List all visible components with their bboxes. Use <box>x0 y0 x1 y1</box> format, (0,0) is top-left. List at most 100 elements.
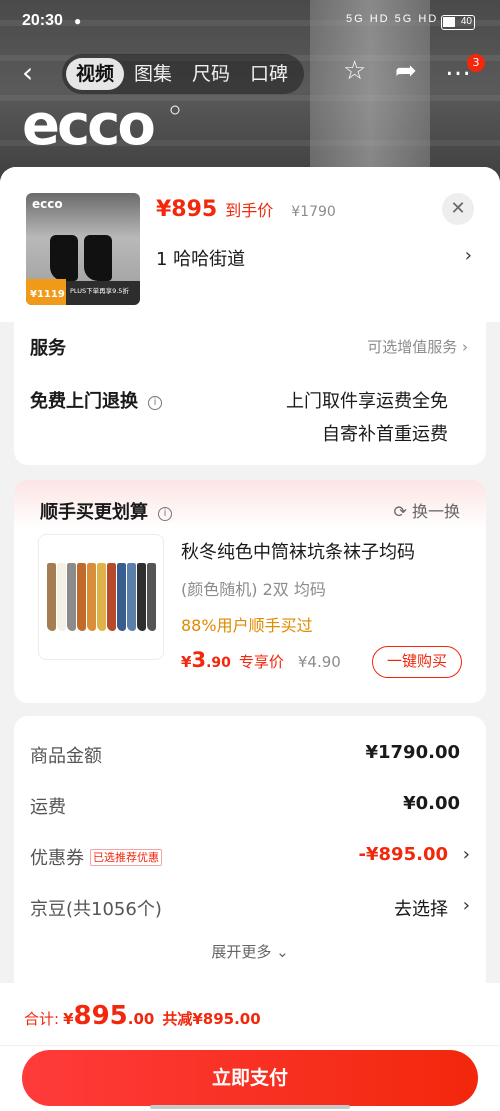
bundle-product-spec: (颜色随机) 2双 均码 <box>181 580 326 599</box>
close-button[interactable]: ✕ <box>442 193 474 225</box>
summary-row-shipping: 运费 ¥0.00 <box>30 793 470 823</box>
summary-row-jingdou[interactable]: 京豆(共1056个) 去选择 › <box>30 895 470 925</box>
bundle-card: 顺手买更划算 i ⟳ 换一换 秋冬纯色中筒袜坑条袜子均码 (颜色随机) 2双 均码… <box>14 480 486 703</box>
chevron-left-icon[interactable]: ‹ <box>22 56 33 89</box>
total-bar: 合计: ¥ 895 .00 共减¥895.00 立即支付 <box>0 983 500 1111</box>
bundle-popularity: 88%用户顺手买过 <box>181 616 313 635</box>
final-price-label: 到手价 <box>225 201 274 220</box>
media-tabs: 视频 图集 尺码 口碑 <box>62 54 305 94</box>
battery-text: 40 <box>460 16 472 27</box>
tab-reviews[interactable]: 口碑 <box>240 58 298 90</box>
checkout-sheet: ecco ¥1119 PLUS下单再享9.5折 ¥895 到手价 ¥1790 ✕… <box>0 167 500 1111</box>
summary-label: 运费 <box>30 797 66 818</box>
summary-label: 京豆(共1056个) <box>30 899 162 920</box>
sock-image <box>107 563 116 631</box>
battery-level <box>443 17 455 27</box>
sock-image <box>127 563 136 631</box>
status-time: 20:30 <box>22 12 63 29</box>
jingdou-select: 去选择 <box>394 899 448 920</box>
tab-video[interactable]: 视频 <box>66 58 125 90</box>
summary-row-coupon[interactable]: 优惠券 已选推荐优惠 -¥895.00 › <box>30 844 470 874</box>
refresh-button[interactable]: ⟳ 换一换 <box>393 498 460 522</box>
service-card: 服务 可选增值服务 › 免费上门退换 i 上门取件享运费全免 自寄补首重运费 <box>14 322 486 465</box>
refresh-icon: ⟳ <box>393 502 412 521</box>
chevron-down-icon: ⌄ <box>276 943 289 961</box>
coupon-value: -¥895.00 <box>358 844 448 865</box>
total-amount-int: 895 <box>73 1001 128 1031</box>
chevron-right-icon: › <box>462 844 470 865</box>
total-label: 合计: <box>24 1010 60 1028</box>
sock-image <box>137 563 146 631</box>
bundle-price-currency: ¥ <box>181 653 192 671</box>
thumbnail-promo-text: PLUS下单再享9.5折 <box>70 287 129 295</box>
chevron-right-icon: › <box>462 338 468 356</box>
thumbnail-promo-price: ¥1119 <box>26 279 66 305</box>
original-price: ¥1790 <box>291 204 336 220</box>
notification-badge: 3 <box>467 54 485 72</box>
svg-text:ecco: ecco <box>22 96 154 156</box>
one-click-buy-button[interactable]: 一键购买 <box>372 646 462 678</box>
sock-image <box>87 563 96 631</box>
sock-image <box>97 563 106 631</box>
home-indicator[interactable] <box>150 1105 350 1109</box>
info-icon[interactable]: i <box>148 396 162 410</box>
coupon-tag: 已选推荐优惠 <box>90 849 162 866</box>
sock-image <box>57 563 66 631</box>
total-line: 合计: ¥ 895 .00 共减¥895.00 <box>24 1001 261 1031</box>
sock-image <box>147 563 156 631</box>
optional-service-link[interactable]: 可选增值服务 › <box>367 336 468 357</box>
sock-image <box>77 563 86 631</box>
summary-value: ¥1790.00 <box>365 742 460 763</box>
pay-now-button[interactable]: 立即支付 <box>22 1050 478 1106</box>
thumbnail-logo: ecco <box>32 197 63 211</box>
sock-image <box>117 563 126 631</box>
bundle-price: ¥ 3 .90 专享价 ¥4.90 <box>181 648 341 672</box>
total-currency: ¥ <box>63 1010 74 1028</box>
tab-gallery[interactable]: 图集 <box>124 58 182 90</box>
status-bar: 20:30 ● 5G HD 5G HD 40 <box>0 0 500 44</box>
divider <box>0 1045 500 1046</box>
address-text: 1 哈哈街道 <box>156 249 246 270</box>
expand-more-button[interactable]: 展开更多 ⌄ <box>14 941 486 962</box>
bundle-product-image[interactable] <box>38 534 164 660</box>
bundle-title: 顺手买更划算 i <box>40 498 172 524</box>
return-desc-pickup: 上门取件享运费全免 <box>286 391 448 412</box>
bundle-title-label: 顺手买更划算 <box>40 502 148 523</box>
boot-image <box>50 235 78 281</box>
chevron-right-icon: › <box>462 895 470 916</box>
price-row: ¥895 到手价 ¥1790 <box>156 197 336 222</box>
coupon-label: 优惠券 <box>30 848 84 869</box>
free-return-title: 免费上门退换 i <box>30 387 162 413</box>
battery-icon: 40 <box>441 15 475 30</box>
free-return-label: 免费上门退换 <box>30 391 138 412</box>
ecco-logo: ecco <box>22 96 180 156</box>
close-icon: ✕ <box>450 198 466 219</box>
tab-size[interactable]: 尺码 <box>182 58 240 90</box>
refresh-label: 换一换 <box>411 502 460 521</box>
wechat-icon: ● <box>74 14 82 28</box>
return-desc-self: 自寄补首重运费 <box>322 424 448 445</box>
product-thumbnail[interactable]: ecco ¥1119 PLUS下单再享9.5折 <box>26 193 140 305</box>
share-icon[interactable]: ➦ <box>395 56 417 86</box>
service-title: 服务 <box>30 338 66 359</box>
bundle-price-dec: .90 <box>206 655 231 671</box>
final-price: ¥895 <box>156 197 218 222</box>
optional-service-label: 可选增值服务 <box>367 338 458 356</box>
sock-image <box>67 563 76 631</box>
info-icon[interactable]: i <box>158 507 172 521</box>
bundle-original-price: ¥4.90 <box>297 653 341 671</box>
address-selector[interactable]: 1 哈哈街道 › <box>156 245 476 271</box>
expand-more-label: 展开更多 <box>211 943 272 961</box>
chevron-right-icon: › <box>464 245 472 266</box>
summary-label: 优惠券 已选推荐优惠 <box>30 844 162 870</box>
bundle-product-name[interactable]: 秋冬纯色中筒袜坑条袜子均码 <box>181 538 415 564</box>
summary-row-subtotal: 商品金额 ¥1790.00 <box>30 742 470 772</box>
star-icon[interactable]: ☆ <box>343 56 366 86</box>
summary-label: 商品金额 <box>30 746 102 767</box>
total-saving: 共减¥895.00 <box>162 1010 261 1028</box>
bundle-price-int: 3 <box>191 648 207 672</box>
signal-indicator: 5G HD 5G HD <box>346 13 439 25</box>
product-navbar: ‹ 视频 图集 尺码 口碑 ☆ ➦ … 3 <box>0 52 500 96</box>
boot-image <box>84 235 112 281</box>
total-amount-dec: .00 <box>127 1010 155 1028</box>
